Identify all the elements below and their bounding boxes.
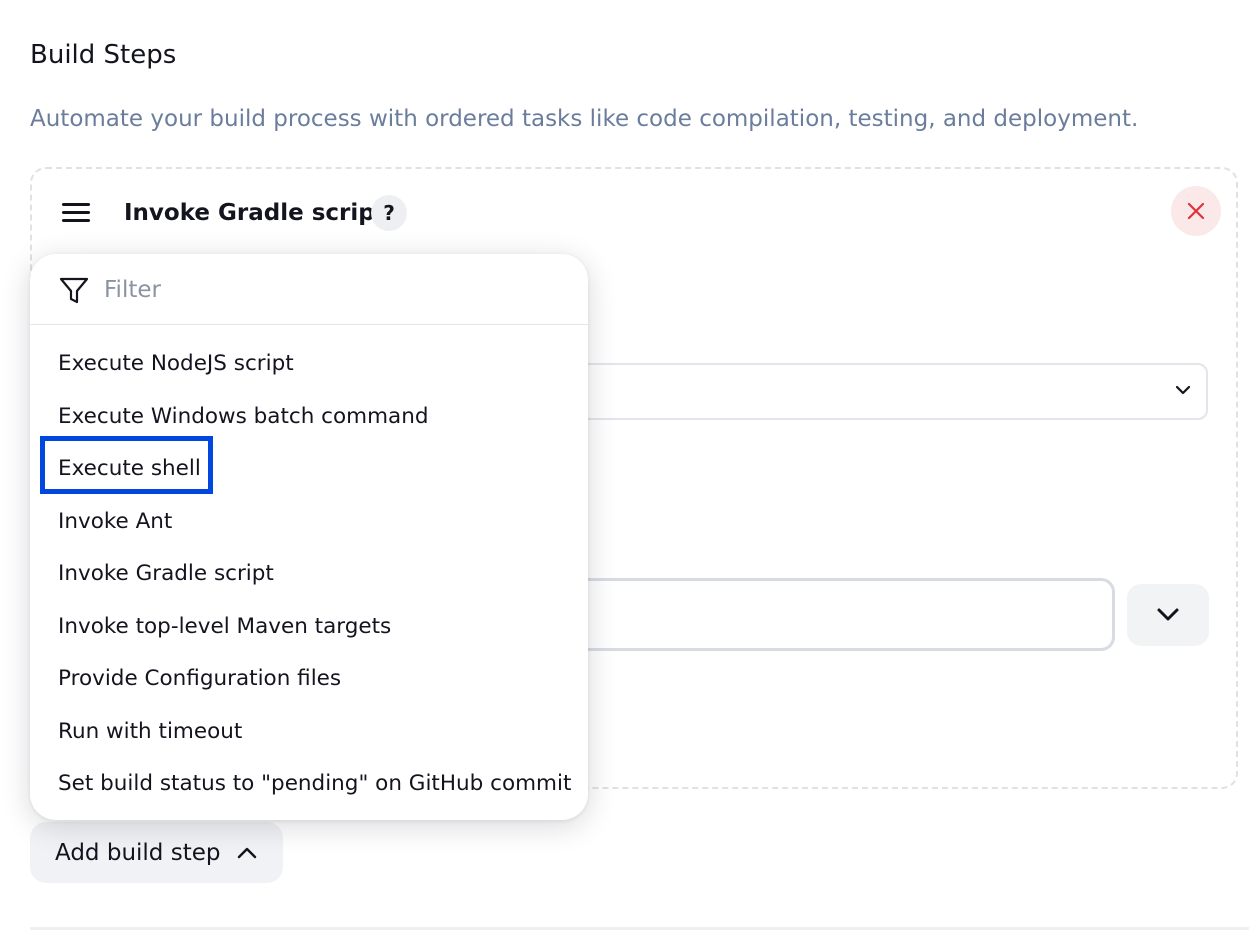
filter-icon <box>59 277 89 304</box>
chevron-up-icon <box>236 846 258 860</box>
section-description: Automate your build process with ordered… <box>30 106 1139 132</box>
add-build-step-label: Add build step <box>55 839 221 866</box>
close-icon <box>1187 202 1205 220</box>
build-steps-page: Build Steps Automate your build process … <box>0 0 1249 938</box>
menu-list: Execute NodeJS script Execute Windows ba… <box>30 338 588 811</box>
menu-item-invoke-ant[interactable]: Invoke Ant <box>30 496 588 549</box>
expand-button[interactable] <box>1127 584 1209 646</box>
chevron-down-icon <box>1175 385 1191 395</box>
menu-item-invoke-gradle-script[interactable]: Invoke Gradle script <box>30 548 588 601</box>
filter-row <box>30 254 588 325</box>
menu-item-invoke-maven-targets[interactable]: Invoke top-level Maven targets <box>30 601 588 654</box>
chevron-down-icon <box>1157 608 1179 621</box>
menu-item-provide-configuration-files[interactable]: Provide Configuration files <box>30 653 588 706</box>
tasks-input[interactable] <box>560 578 1115 651</box>
drag-handle-icon[interactable] <box>62 203 92 223</box>
add-build-step-button[interactable]: Add build step <box>30 822 283 883</box>
menu-item-run-with-timeout[interactable]: Run with timeout <box>30 706 588 759</box>
help-icon[interactable]: ? <box>371 195 407 231</box>
gradle-version-select[interactable] <box>560 363 1208 420</box>
menu-item-execute-windows-batch-command[interactable]: Execute Windows batch command <box>30 391 588 444</box>
step-title: Invoke Gradle script <box>124 200 386 226</box>
section-divider <box>30 927 1249 930</box>
menu-item-execute-nodejs-script[interactable]: Execute NodeJS script <box>30 338 588 391</box>
section-title: Build Steps <box>30 40 177 70</box>
menu-item-execute-shell[interactable]: Execute shell <box>30 443 588 496</box>
build-step-dropdown: Execute NodeJS script Execute Windows ba… <box>30 254 588 820</box>
close-button[interactable] <box>1171 186 1221 236</box>
filter-input[interactable] <box>104 272 544 308</box>
menu-item-set-build-status-pending[interactable]: Set build status to "pending" on GitHub … <box>30 758 588 811</box>
